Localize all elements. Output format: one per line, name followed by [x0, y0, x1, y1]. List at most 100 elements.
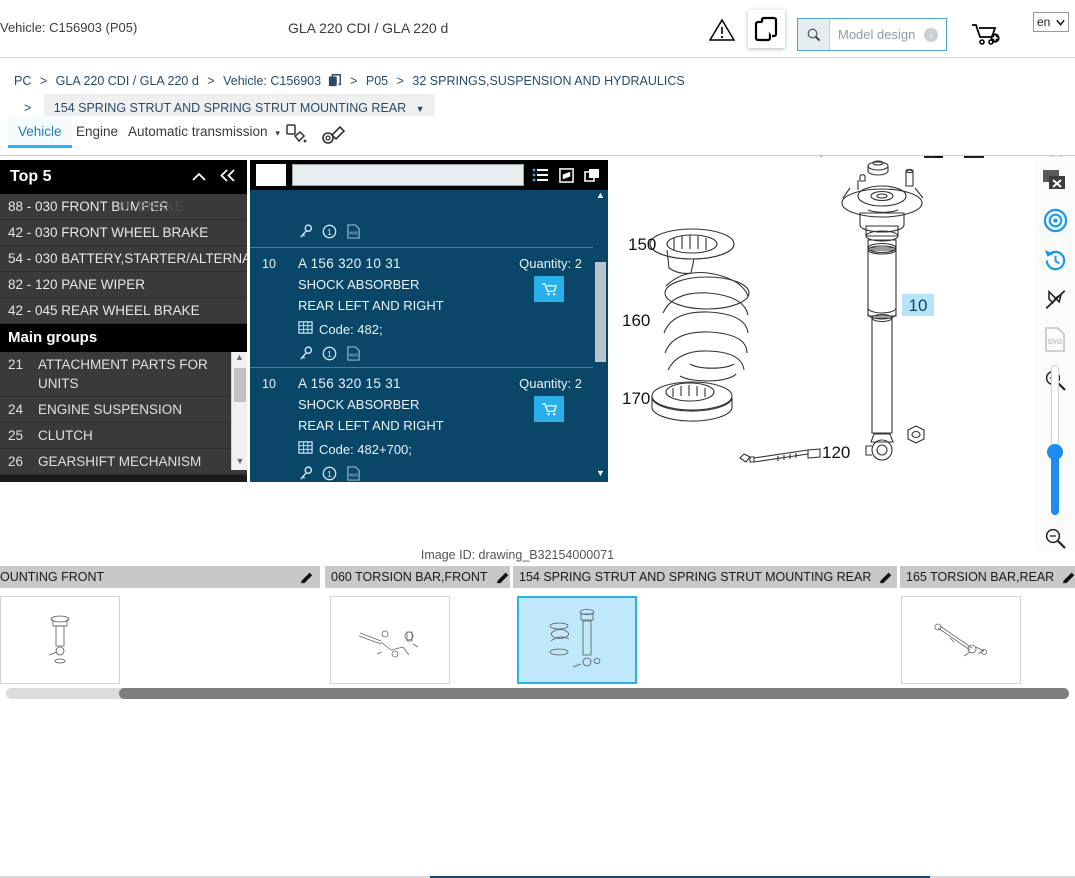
- drawing-callout-120: 120: [822, 443, 850, 462]
- add-part-to-cart-button[interactable]: [534, 396, 564, 422]
- top5-item-1[interactable]: 42 - 030 FRONT WHEEL BRAKE: [0, 220, 247, 246]
- scrollbar-thumb[interactable]: [234, 368, 246, 402]
- thumbnail-caption[interactable]: 060 TORSION BAR,FRONT: [325, 566, 510, 588]
- main-group-item-24[interactable]: 24 ENGINE SUSPENSION: [0, 397, 247, 423]
- zoom-slider-handle[interactable]: [1047, 444, 1063, 460]
- thumbnail-item-1[interactable]: 060 TORSION BAR,FRONT: [325, 566, 510, 686]
- edit-icon[interactable]: [879, 570, 893, 584]
- copy-documents-icon[interactable]: [748, 10, 785, 48]
- scroll-up-arrow-icon[interactable]: ▲: [593, 190, 608, 204]
- double-chevron-left-icon[interactable]: [219, 168, 237, 186]
- svg-text:1: 1: [327, 469, 332, 479]
- thumbnail-caption[interactable]: 165 TORSION BAR,REAR: [900, 566, 1075, 588]
- main-group-number: 26: [8, 454, 24, 469]
- zoom-out-icon[interactable]: [1035, 518, 1075, 558]
- add-to-cart-icon[interactable]: [968, 18, 1004, 50]
- top5-item-2[interactable]: 54 - 030 BATTERY,STARTER/ALTERNAT…: [0, 246, 247, 272]
- scrollbar-thumb[interactable]: [595, 262, 606, 362]
- add-part-to-cart-button[interactable]: [534, 276, 564, 302]
- wis-icon[interactable]: WIS: [346, 346, 361, 361]
- thumbnail-item-0[interactable]: G STRUT AND SPRING STRUT MOUNTING FRONT: [0, 566, 320, 686]
- main-group-item-26[interactable]: 26 GEARSHIFT MECHANISM: [0, 449, 247, 475]
- wis-icon[interactable]: WIS: [346, 466, 361, 481]
- chevron-down-icon: ▾: [275, 128, 280, 138]
- parts-list-item[interactable]: 10 A 156 320 15 31 SHOCK ABSORBER REAR L…: [250, 367, 608, 482]
- main-group-number: 24: [8, 402, 24, 417]
- target-focus-icon[interactable]: [1035, 200, 1075, 240]
- paint-code-icon[interactable]: [282, 121, 312, 149]
- main-groups-scrollbar[interactable]: ▲ ▼: [231, 352, 247, 470]
- list-view-icon[interactable]: [530, 164, 550, 186]
- thumbnail-image[interactable]: [0, 596, 120, 684]
- breadcrumb-item-3[interactable]: P05: [366, 74, 388, 88]
- main-group-item-21[interactable]: 21 ATTACHMENT PARTS FOR UNITS: [0, 352, 247, 397]
- model-design-search[interactable]: Model design i: [797, 18, 947, 51]
- duplicate-icon[interactable]: [582, 164, 602, 186]
- reset-history-icon[interactable]: [1035, 240, 1075, 280]
- thumbnail-strip-scrollbar[interactable]: [6, 688, 1069, 699]
- language-value: en: [1037, 15, 1051, 29]
- thumbnail-image[interactable]: [517, 596, 637, 684]
- edit-icon[interactable]: [496, 570, 510, 584]
- info-circle-icon[interactable]: 1: [322, 466, 337, 481]
- scroll-up-arrow-icon[interactable]: ▲: [232, 352, 247, 366]
- close-image-icon[interactable]: [1035, 160, 1075, 200]
- model-design-placeholder[interactable]: Model design i: [830, 19, 946, 50]
- main-group-label: GEARSHIFT MECHANISM: [38, 454, 202, 469]
- top5-item-0[interactable]: 88 - 030 FRONT BUMPER EL BRAKE: [0, 194, 247, 220]
- warning-triangle-icon[interactable]: [708, 16, 736, 44]
- breadcrumb-item-1[interactable]: GLA 220 CDI / GLA 220 d: [56, 74, 199, 88]
- info-circle-icon[interactable]: 1: [322, 346, 337, 361]
- chevron-up-icon[interactable]: [191, 169, 207, 186]
- breadcrumb-separator: >: [350, 74, 358, 88]
- thumbnail-image[interactable]: [330, 596, 450, 684]
- zoom-slider[interactable]: [1047, 365, 1063, 515]
- drawing-callout-160: 160: [622, 311, 650, 330]
- parts-list-scrollbar[interactable]: ▲ ▼: [593, 190, 608, 482]
- top5-item-4[interactable]: 42 - 045 REAR WHEEL BRAKE: [0, 298, 247, 324]
- chevron-down-icon: ▼: [415, 104, 425, 114]
- svg-text:1: 1: [327, 349, 332, 359]
- unpin-icon[interactable]: [1035, 280, 1075, 320]
- thumbnail-item-3[interactable]: 165 TORSION BAR,REAR: [900, 566, 1075, 686]
- tab-automatic-transmission[interactable]: Automatic transmission ▾: [118, 116, 290, 148]
- wis-icon[interactable]: WIS: [346, 224, 361, 239]
- svg-export-icon-disabled: SVG: [1035, 320, 1075, 360]
- breadcrumb-copy-icon[interactable]: [328, 72, 342, 94]
- breadcrumb-item-0[interactable]: PC: [14, 74, 31, 88]
- thumbnail-item-2[interactable]: 154 SPRING STRUT AND SPRING STRUT MOUNTI…: [513, 566, 897, 686]
- main-group-label: CLUTCH: [38, 428, 93, 443]
- scroll-down-arrow-icon[interactable]: ▼: [593, 468, 608, 482]
- language-selector[interactable]: en: [1033, 12, 1069, 32]
- tab-vehicle[interactable]: Vehicle: [8, 116, 72, 148]
- technical-drawing-viewer[interactable]: 150 160 170 120 10: [610, 158, 1035, 558]
- key-icon[interactable]: [298, 346, 313, 361]
- parts-list-item[interactable]: 10 A 156 320 10 31 SHOCK ABSORBER REAR L…: [250, 247, 608, 367]
- key-icon[interactable]: [298, 224, 313, 239]
- info-circle-icon[interactable]: 1: [322, 224, 337, 239]
- key-icon[interactable]: [298, 466, 313, 481]
- edit-icon[interactable]: [1062, 570, 1075, 584]
- top5-item-3[interactable]: 82 - 120 PANE WIPER: [0, 272, 247, 298]
- parts-filter-input[interactable]: [292, 164, 524, 186]
- main-group-item-25[interactable]: 25 CLUTCH: [0, 423, 247, 449]
- svg-text:WIS: WIS: [349, 352, 358, 357]
- scrollbar-thumb[interactable]: [119, 688, 1069, 699]
- model-name: GLA 220 CDI / GLA 220 d: [288, 20, 449, 36]
- thumbnail-caption[interactable]: 154 SPRING STRUT AND SPRING STRUT MOUNTI…: [513, 566, 897, 588]
- part-code-text: Code: 482;: [319, 321, 383, 337]
- breadcrumb-item-2[interactable]: Vehicle: C156903: [223, 74, 321, 88]
- parts-item-partial[interactable]: 1 WIS: [250, 190, 608, 247]
- edit-icon[interactable]: [300, 570, 314, 584]
- zoom-slider-fill: [1051, 453, 1059, 515]
- thumbnail-caption[interactable]: G STRUT AND SPRING STRUT MOUNTING FRONT: [0, 566, 320, 588]
- expand-icon[interactable]: [556, 164, 576, 186]
- fastener-icon[interactable]: [318, 121, 348, 149]
- scroll-down-arrow-icon[interactable]: ▼: [232, 456, 247, 470]
- main-group-number: 25: [8, 428, 24, 443]
- breadcrumb-item-4[interactable]: 32 SPRINGS,SUSPENSION AND HYDRAULICS: [412, 74, 684, 88]
- breadcrumb-separator: >: [396, 74, 404, 88]
- top-bar: Vehicle: C156903 (P05) GLA 220 CDI / GLA…: [0, 0, 1075, 58]
- search-icon[interactable]: [798, 19, 830, 50]
- thumbnail-image[interactable]: [901, 596, 1021, 684]
